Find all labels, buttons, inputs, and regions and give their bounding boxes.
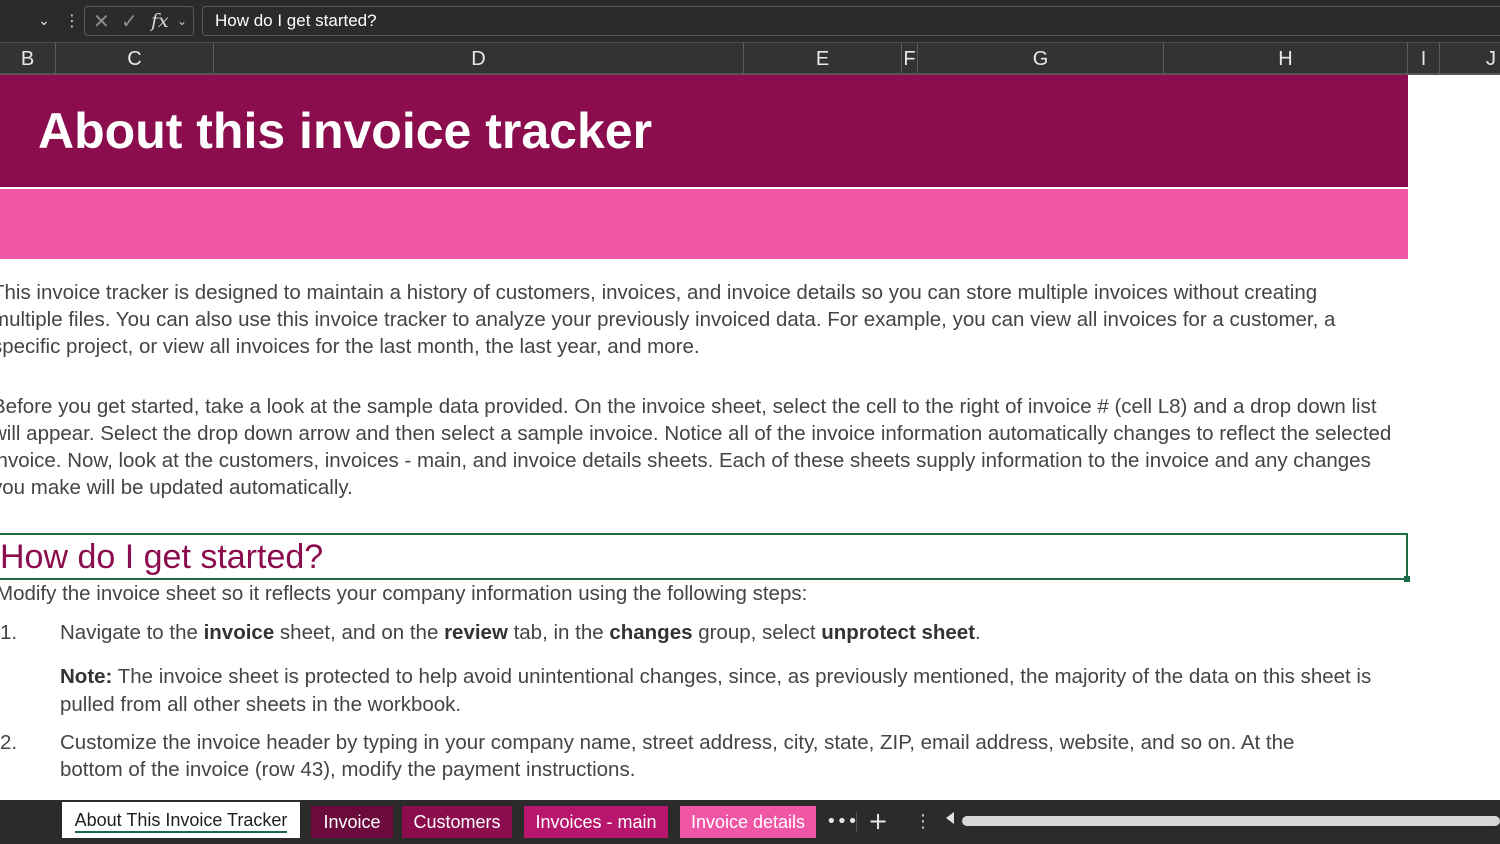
cancel-icon[interactable]: ✕ <box>93 10 110 32</box>
add-sheet-icon[interactable]: + <box>868 806 888 836</box>
steps-intro: Modify the invoice sheet so it reflects … <box>0 582 808 605</box>
section-heading: How do I get started? <box>0 538 324 576</box>
step-number: 1. <box>0 621 18 644</box>
scroll-left-icon[interactable] <box>946 812 954 824</box>
step-text: Customize the invoice header by typing i… <box>60 731 1295 781</box>
column-header-j[interactable]: J <box>1440 43 1500 73</box>
column-header-c[interactable]: C <box>56 43 214 73</box>
accent-bar <box>0 189 1408 259</box>
title-banner: About this invoice tracker <box>0 75 1408 187</box>
tab-invoices-main[interactable]: Invoices - main <box>524 806 668 838</box>
column-header-e[interactable]: E <box>744 43 902 73</box>
formula-input[interactable]: How do I get started? <box>202 6 1500 36</box>
chevron-down-icon[interactable]: ⌄ <box>177 10 187 32</box>
step-note: Note: The invoice sheet is protected to … <box>60 663 1380 719</box>
column-header-f[interactable]: F <box>902 43 918 73</box>
note-text: The invoice sheet is protected to help a… <box>60 665 1372 716</box>
insert-function-icon[interactable]: fx <box>151 10 169 32</box>
divider <box>856 812 857 832</box>
column-header-b[interactable]: B <box>0 43 56 73</box>
tab-customers[interactable]: Customers <box>402 806 512 838</box>
page-title: About this invoice tracker <box>38 103 653 159</box>
column-header-d[interactable]: D <box>214 43 744 73</box>
step-text: Navigate to the invoice sheet, and on th… <box>60 621 981 644</box>
formula-controls: ✕ ✓ fx ⌄ <box>84 6 194 36</box>
column-header-i[interactable]: I <box>1408 43 1440 73</box>
worksheet[interactable]: About this invoice tracker This invoice … <box>0 75 1500 800</box>
tab-invoice[interactable]: Invoice <box>311 806 393 838</box>
formula-bar: ⌄ ⋮ ✕ ✓ fx ⌄ How do I get started? <box>0 0 1500 43</box>
more-tabs-icon[interactable]: ••• <box>826 808 858 836</box>
horizontal-scrollbar[interactable] <box>962 816 1500 826</box>
column-header-h[interactable]: H <box>1164 43 1408 73</box>
note-label: Note: <box>60 665 113 688</box>
column-header-g[interactable]: G <box>918 43 1164 73</box>
chevron-down-icon[interactable]: ⌄ <box>34 10 54 32</box>
tab-invoice-details[interactable]: Invoice details <box>680 806 816 838</box>
more-vertical-icon[interactable]: ⋮ <box>64 10 80 32</box>
intro-paragraph: This invoice tracker is designed to main… <box>0 281 1336 358</box>
tab-about-this-invoice-tracker[interactable]: About This Invoice Tracker <box>62 802 300 838</box>
more-vertical-icon[interactable]: ⋮ <box>914 808 932 836</box>
sheet-tab-bar: About This Invoice Tracker Invoice Custo… <box>0 800 1500 844</box>
column-headers: B C D E F G H I J <box>0 43 1500 75</box>
step-number: 2. <box>0 731 18 754</box>
enter-check-icon[interactable]: ✓ <box>121 10 138 32</box>
instructions-paragraph: Before you get started, take a look at t… <box>0 395 1392 499</box>
